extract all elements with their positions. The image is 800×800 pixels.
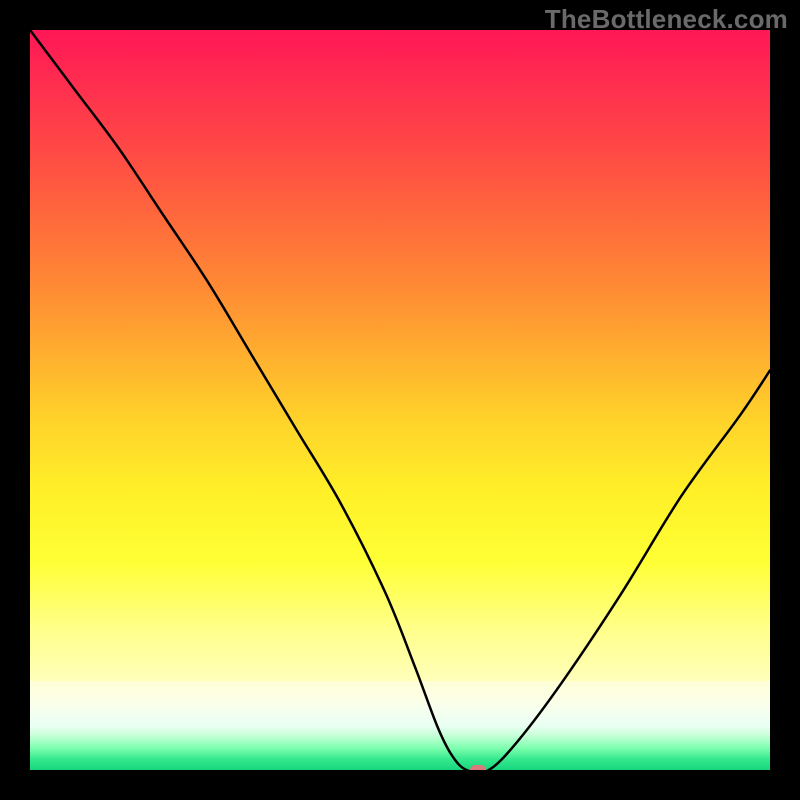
chart-frame: TheBottleneck.com [0,0,800,800]
bottleneck-curve [30,30,770,770]
plot-area [30,30,770,770]
optimal-point-marker [470,765,486,770]
watermark-text: TheBottleneck.com [545,4,788,35]
